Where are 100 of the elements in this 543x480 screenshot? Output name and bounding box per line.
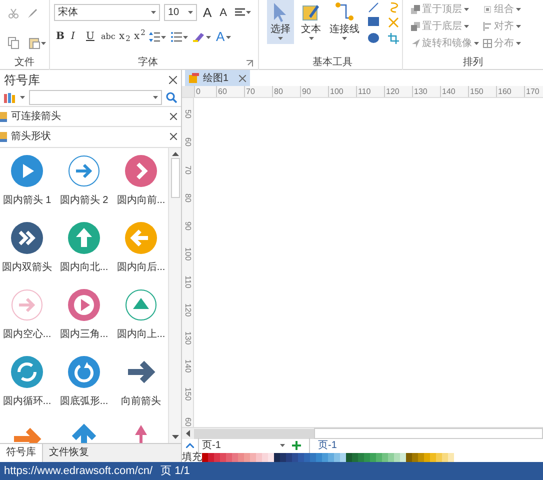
color-swatch[interactable] [268,452,274,462]
color-swatch[interactable] [292,452,298,462]
shrink-font-button[interactable]: A [218,4,230,20]
format-button[interactable]: abc [99,29,116,45]
connector-icon [334,2,354,22]
add-icon[interactable] [292,441,301,450]
color-swatch[interactable] [286,452,292,462]
color-swatch[interactable] [250,452,256,462]
color-swatch[interactable] [208,452,214,462]
color-swatch[interactable] [334,452,340,462]
color-swatch[interactable] [430,452,436,462]
folder-icon [0,132,7,142]
caret-icon [41,42,46,44]
color-swatch[interactable] [244,452,250,462]
color-swatch[interactable] [202,452,208,462]
format-button[interactable]: x$^{2}$ [132,29,146,45]
color-swatch[interactable] [256,452,262,462]
color-swatch[interactable] [214,452,220,462]
color-swatch[interactable] [220,452,226,462]
paste-button[interactable] [27,37,48,49]
brush-icon[interactable] [27,8,38,19]
ruler-label: 80 [182,194,193,202]
play-icon[interactable] [11,154,43,189]
color-swatch[interactable] [310,452,316,462]
color-swatch[interactable] [436,452,442,462]
cut-icon[interactable] [8,8,19,19]
color-swatch[interactable] [412,452,418,462]
color-swatch[interactable] [322,452,328,462]
color-swatch[interactable] [364,452,370,462]
color-swatch[interactable] [370,452,376,462]
color-swatch[interactable] [394,452,400,462]
play-icon[interactable] [68,288,100,323]
panel-tab[interactable]: 符号库 [0,444,43,462]
arc-icon[interactable] [388,2,400,13]
color-swatch[interactable] [304,452,310,462]
arrow-circle-icon[interactable] [68,154,100,189]
chevron-icon[interactable] [125,154,157,189]
copy-icon[interactable] [8,37,19,49]
color-swatch[interactable] [238,452,244,462]
color-swatch[interactable] [262,452,268,462]
format-button[interactable]: U [84,29,98,45]
double-chevron-icon[interactable] [11,222,43,256]
cross-icon[interactable] [388,17,400,28]
color-swatch[interactable] [418,452,424,462]
dialog-launcher-icon[interactable] [246,60,253,66]
close-icon[interactable] [169,76,177,84]
font-size-field[interactable]: 10 [164,4,197,21]
color-swatch[interactable] [274,452,280,462]
color-swatch[interactable] [340,452,346,462]
horizontal-scrollbar[interactable] [182,427,543,439]
color-swatch[interactable] [316,452,322,462]
document-tab[interactable]: 绘图1 [185,70,250,86]
color-swatch[interactable] [442,452,448,462]
category-header[interactable]: 可连接箭头 [0,106,181,126]
color-swatch[interactable] [232,452,238,462]
color-swatch[interactable] [424,452,430,462]
rectangle-icon[interactable] [368,17,380,26]
highlighter-icon [193,32,205,42]
color-swatch[interactable] [328,452,334,462]
highlight-button[interactable] [191,32,213,42]
symbol-label: 圆内向北... [60,260,108,275]
format-button[interactable]: I [69,29,83,45]
align-button[interactable] [233,8,254,17]
color-swatch[interactable] [280,452,286,462]
format-button[interactable]: B [54,29,68,45]
search-icon[interactable] [166,92,177,104]
bullet-list-button[interactable] [169,32,190,42]
color-swatch[interactable] [388,452,394,462]
color-swatch[interactable] [226,452,232,462]
search-field[interactable] [29,90,162,106]
color-swatch[interactable] [298,452,304,462]
color-swatch[interactable] [448,452,454,462]
color-swatch[interactable] [358,452,364,462]
color-swatch[interactable] [376,452,382,462]
redo-icon[interactable] [68,356,100,390]
line-icon[interactable] [368,2,380,13]
tool-button[interactable]: 文本 [298,0,325,44]
scrollbar[interactable] [168,148,181,443]
library-icon[interactable] [4,92,16,103]
font-color-button[interactable]: A [214,29,233,45]
cycle-icon[interactable] [11,356,43,390]
scroll-thumb[interactable] [170,158,180,198]
line-spacing-button[interactable] [147,32,168,42]
color-swatch[interactable] [400,452,406,462]
crop-icon[interactable] [388,32,400,44]
color-swatch[interactable] [406,452,412,462]
format-button[interactable]: x$_{2}$ [117,29,131,45]
close-icon [170,133,177,140]
tool-button[interactable]: 选择 [267,0,294,44]
tool-button[interactable]: 连接线 [328,0,360,44]
color-swatch[interactable] [346,452,352,462]
grow-font-button[interactable]: A [201,4,214,20]
ellipse-icon[interactable] [368,32,380,43]
collapse-icon[interactable] [186,443,194,448]
color-swatch[interactable] [352,452,358,462]
font-name-field[interactable]: 宋体 [54,4,160,21]
color-swatch[interactable] [382,452,388,462]
scroll-thumb[interactable] [194,428,314,438]
paste-icon [29,37,40,49]
panel-tab[interactable]: 文件恢复 [43,444,95,462]
